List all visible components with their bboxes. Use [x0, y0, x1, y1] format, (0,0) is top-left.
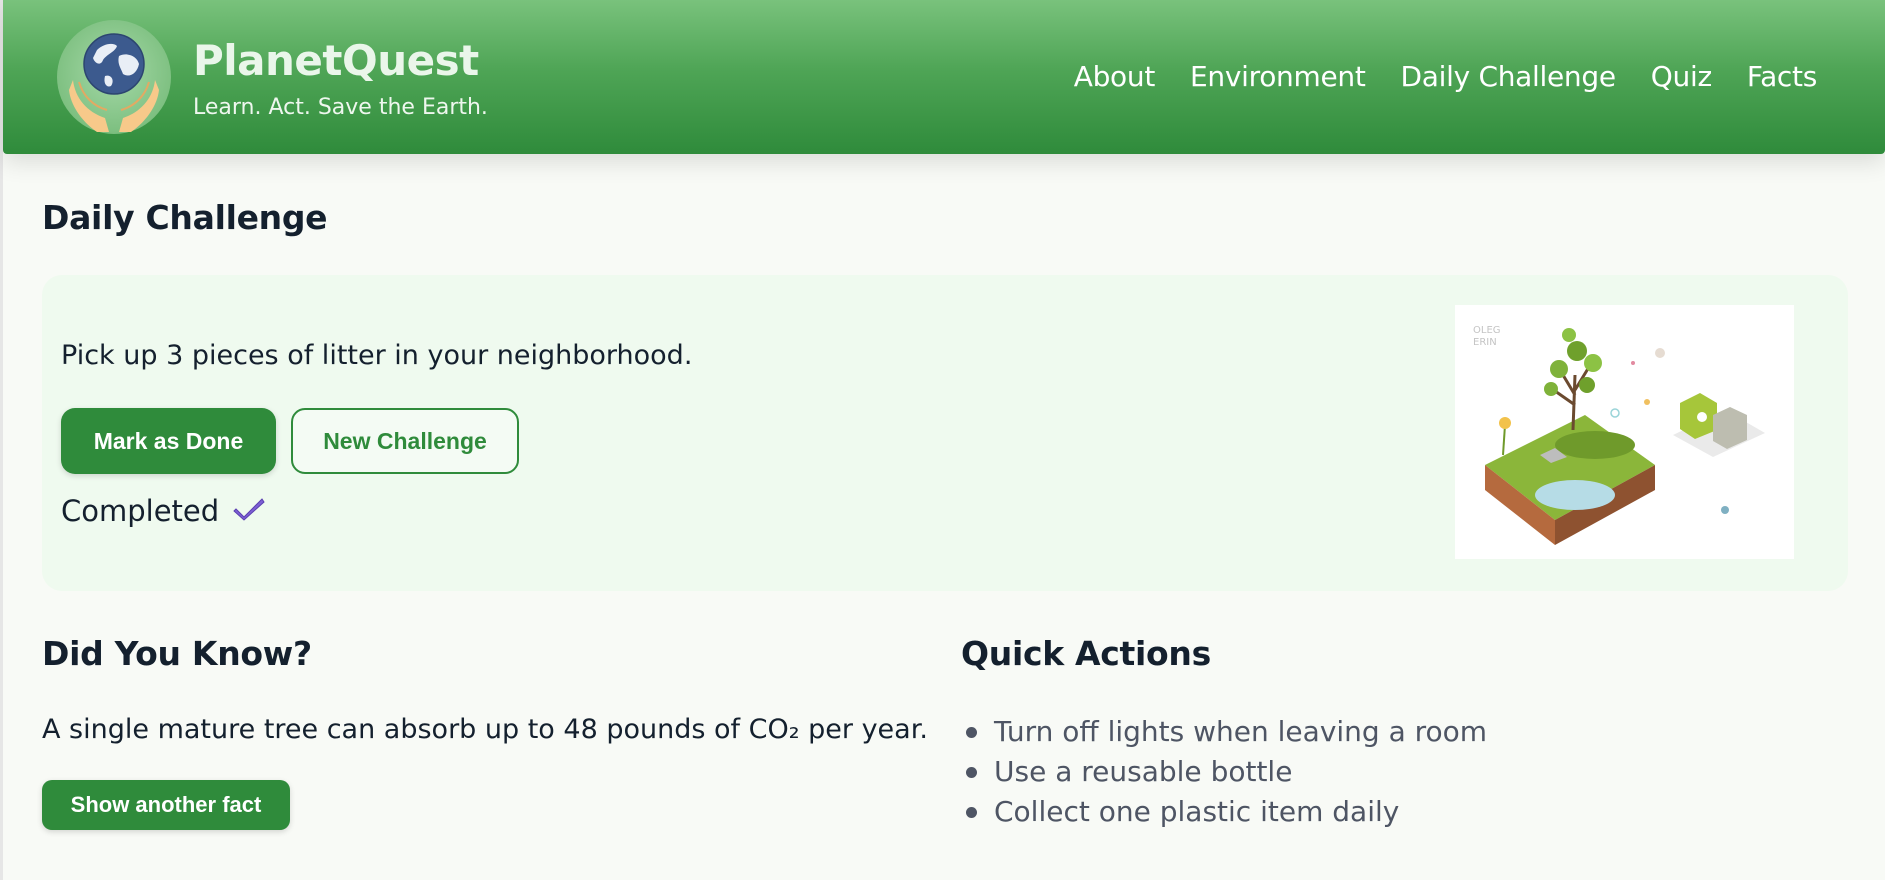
check-icon: [233, 494, 265, 528]
show-another-fact-button[interactable]: Show another fact: [42, 780, 290, 830]
daily-challenge-heading: Daily Challenge: [42, 198, 328, 237]
nav-item-about[interactable]: About: [1074, 60, 1156, 93]
mark-as-done-button[interactable]: Mark as Done: [61, 408, 276, 474]
nav-item-environment[interactable]: Environment: [1190, 60, 1366, 93]
quick-action-text: Turn off lights when leaving a room: [994, 715, 1488, 748]
svg-text:ERIN: ERIN: [1473, 337, 1497, 348]
nav-item-quiz[interactable]: Quiz: [1651, 60, 1712, 93]
bullet-icon: [966, 726, 977, 738]
quick-actions-heading: Quick Actions: [961, 634, 1211, 673]
fact-text: A single mature tree can absorb up to 48…: [42, 714, 928, 745]
list-item: Use a reusable bottle: [966, 752, 1487, 792]
bullet-icon: [966, 766, 977, 778]
quick-actions-list: Turn off lights when leaving a room Use …: [966, 712, 1487, 832]
main-nav: About Environment Daily Challenge Quiz F…: [1074, 60, 1818, 93]
brand-tagline: Learn. Act. Save the Earth.: [193, 95, 488, 120]
new-challenge-button[interactable]: New Challenge: [291, 408, 519, 474]
eco-island-illustration: OLEG ERIN: [1455, 305, 1794, 559]
nav-item-facts[interactable]: Facts: [1747, 60, 1817, 93]
globe-hands-logo-icon[interactable]: [57, 20, 171, 134]
completion-status: Completed: [61, 494, 265, 528]
quick-action-text: Use a reusable bottle: [994, 755, 1293, 788]
list-item: Collect one plastic item daily: [966, 792, 1487, 832]
site-header: PlanetQuest Learn. Act. Save the Earth. …: [3, 0, 1885, 154]
completed-label: Completed: [61, 494, 220, 528]
quick-action-text: Collect one plastic item daily: [994, 795, 1400, 828]
illustration-watermark: OLEG: [1473, 325, 1501, 336]
bullet-icon: [966, 806, 977, 818]
list-item: Turn off lights when leaving a room: [966, 712, 1487, 752]
nav-item-daily-challenge[interactable]: Daily Challenge: [1401, 60, 1617, 93]
challenge-text: Pick up 3 pieces of litter in your neigh…: [61, 340, 693, 371]
did-you-know-heading: Did You Know?: [42, 634, 312, 673]
brand-title: PlanetQuest: [193, 36, 479, 85]
